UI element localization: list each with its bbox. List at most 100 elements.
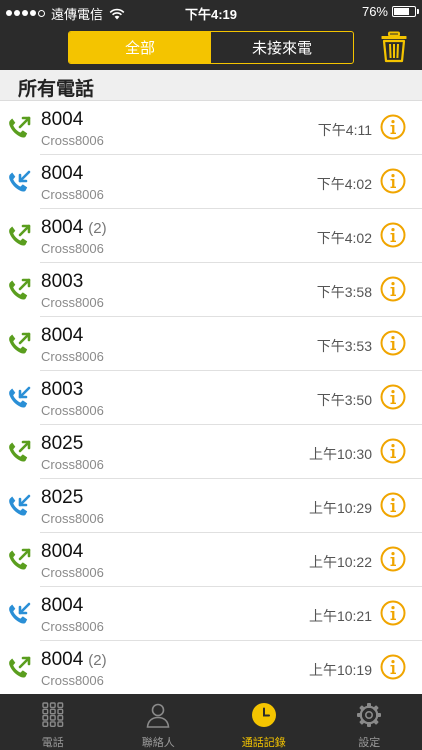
info-icon[interactable] xyxy=(380,546,406,572)
outgoing-call-icon xyxy=(9,548,31,570)
incoming-call-icon xyxy=(9,386,31,408)
call-number: 8004 xyxy=(41,595,88,617)
call-account: Cross8006 xyxy=(41,619,104,634)
info-icon[interactable] xyxy=(380,114,406,140)
tab-label: 電話 xyxy=(41,737,64,749)
call-number-text: 8004 xyxy=(41,325,84,346)
tab-label: 設定 xyxy=(358,737,381,749)
call-filter-segmented-control: 全部 未接來電 xyxy=(68,31,354,64)
call-time: 下午4:11 xyxy=(317,122,372,138)
call-time: 上午10:22 xyxy=(308,554,372,570)
call-time: 下午3:58 xyxy=(316,284,372,300)
status-time: 下午4:19 xyxy=(184,7,238,22)
info-icon[interactable] xyxy=(380,438,406,464)
tab-bar: 電話 聯絡人 通話記錄 設定 xyxy=(0,694,422,750)
call-time: 上午10:19 xyxy=(308,662,372,678)
call-time: 上午10:30 xyxy=(308,446,372,462)
call-row[interactable]: 8004 Cross8006 下午4:11 xyxy=(0,101,422,155)
tab-clock[interactable]: 通話記錄 xyxy=(211,694,317,750)
call-row[interactable]: 8025 Cross8006 上午10:29 xyxy=(0,479,422,533)
call-row[interactable]: 8004 Cross8006 下午4:02 xyxy=(0,155,422,209)
call-number: 8025 xyxy=(41,433,88,455)
battery-percent: 76% xyxy=(361,4,388,19)
segment-all-button[interactable]: 全部 xyxy=(69,32,211,63)
call-list: 8004 Cross8006 下午4:11 8004 Cross8006 下午4:02 80… xyxy=(0,101,422,694)
call-account: Cross8006 xyxy=(41,511,104,526)
call-account: Cross8006 xyxy=(41,187,104,202)
call-account: Cross8006 xyxy=(41,457,104,472)
call-number: 8004 xyxy=(41,325,88,347)
call-number: 8025 xyxy=(41,487,88,509)
call-account: Cross8006 xyxy=(41,349,104,364)
call-number: 8004 (2) xyxy=(41,217,107,239)
segment-missed-button[interactable]: 未接來電 xyxy=(211,32,353,63)
call-time: 上午10:29 xyxy=(308,500,372,516)
section-title: 所有電話 xyxy=(18,79,95,100)
call-account: Cross8006 xyxy=(41,133,104,148)
contacts-icon xyxy=(146,703,170,728)
gear-icon xyxy=(357,703,382,727)
info-icon[interactable] xyxy=(380,600,406,626)
call-row[interactable]: 8004 (2) Cross8006 上午10:19 xyxy=(0,641,422,694)
top-bar: 遠傳電信 下午4:19 76% 全部 未接來電 xyxy=(0,0,422,70)
info-icon[interactable] xyxy=(380,654,406,680)
call-number-text: 8004 xyxy=(41,217,84,238)
info-icon[interactable] xyxy=(380,276,406,302)
incoming-call-icon xyxy=(9,602,31,624)
info-icon[interactable] xyxy=(380,222,406,248)
outgoing-call-icon xyxy=(9,332,31,354)
call-time: 下午4:02 xyxy=(316,230,372,246)
call-number-text: 8004 xyxy=(41,541,84,562)
section-header: 所有電話 xyxy=(0,70,422,101)
outgoing-call-icon xyxy=(9,224,31,246)
outgoing-call-icon xyxy=(9,116,31,138)
call-row[interactable]: 8003 Cross8006 下午3:58 xyxy=(0,263,422,317)
battery-level xyxy=(394,8,410,15)
call-number-text: 8025 xyxy=(41,487,84,508)
call-row[interactable]: 8004 Cross8006 上午10:22 xyxy=(0,533,422,587)
call-number-text: 8025 xyxy=(41,433,84,454)
call-number: 8004 xyxy=(41,541,88,563)
call-count: (2) xyxy=(88,652,107,669)
tab-keypad[interactable]: 電話 xyxy=(0,694,106,750)
battery-icon xyxy=(392,6,419,17)
call-number-text: 8003 xyxy=(41,379,84,400)
call-account: Cross8006 xyxy=(41,673,104,688)
info-icon[interactable] xyxy=(380,384,406,410)
call-account: Cross8006 xyxy=(41,295,104,310)
tab-label: 聯絡人 xyxy=(141,737,175,749)
outgoing-call-icon xyxy=(9,656,31,678)
call-row[interactable]: 8025 Cross8006 上午10:30 xyxy=(0,425,422,479)
call-row[interactable]: 8003 Cross8006 下午3:50 xyxy=(0,371,422,425)
call-time: 下午4:02 xyxy=(316,176,372,192)
call-time: 下午3:50 xyxy=(316,392,372,408)
call-number-text: 8004 xyxy=(41,109,84,130)
status-right: 76% xyxy=(361,4,419,19)
call-number: 8004 xyxy=(41,109,88,131)
tab-gear[interactable]: 設定 xyxy=(317,694,422,750)
info-icon[interactable] xyxy=(380,168,406,194)
call-row[interactable]: 8004 Cross8006 下午3:53 xyxy=(0,317,422,371)
clock-icon xyxy=(251,703,276,727)
call-account: Cross8006 xyxy=(41,565,104,580)
call-number: 8003 xyxy=(41,379,88,401)
status-bar: 遠傳電信 下午4:19 76% xyxy=(0,0,422,24)
tab-contacts[interactable]: 聯絡人 xyxy=(106,694,212,750)
incoming-call-icon xyxy=(9,170,31,192)
call-time: 上午10:21 xyxy=(308,608,372,624)
call-row[interactable]: 8004 (2) Cross8006 下午4:02 xyxy=(0,209,422,263)
call-number-text: 8004 xyxy=(41,163,84,184)
call-number-text: 8003 xyxy=(41,271,84,292)
call-account: Cross8006 xyxy=(41,403,104,418)
trash-icon[interactable] xyxy=(380,31,408,63)
tab-label: 通話記錄 xyxy=(241,737,286,749)
call-number-text: 8004 xyxy=(41,595,84,616)
call-row[interactable]: 8004 Cross8006 上午10:21 xyxy=(0,587,422,641)
call-time: 下午3:53 xyxy=(316,338,372,354)
call-account: Cross8006 xyxy=(41,241,104,256)
info-icon[interactable] xyxy=(380,330,406,356)
keypad-icon xyxy=(42,702,64,727)
call-number: 8004 (2) xyxy=(41,649,107,671)
info-icon[interactable] xyxy=(380,492,406,518)
call-number: 8004 xyxy=(41,163,88,185)
